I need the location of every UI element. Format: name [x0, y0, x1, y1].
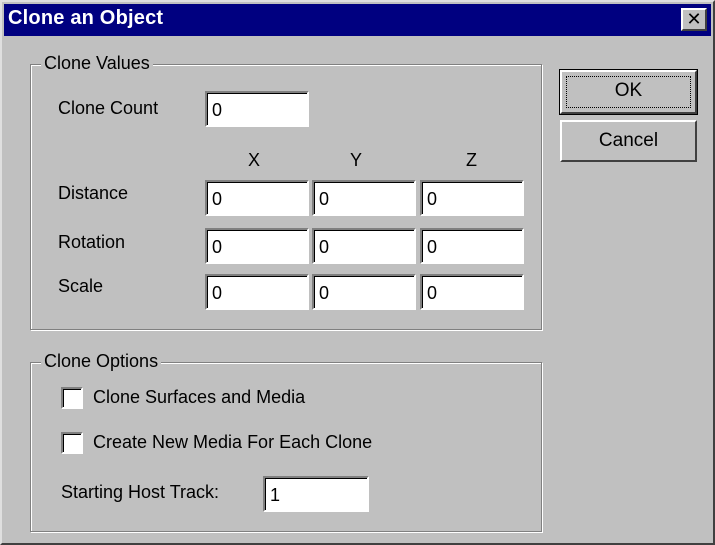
rotation-y-field[interactable]: 0 [312, 228, 416, 264]
starting-host-track-label: Starting Host Track: [61, 482, 220, 502]
axis-y-label: Y [350, 150, 363, 170]
ok-button-label: OK [614, 80, 643, 101]
close-button[interactable]: ✕ [681, 8, 707, 31]
distance-label: Distance [58, 183, 129, 203]
clone-count-field[interactable]: 0 [205, 91, 309, 127]
clone-surfaces-checkbox[interactable] [61, 387, 83, 409]
cancel-button[interactable]: Cancel [560, 120, 697, 162]
create-new-media-label[interactable]: Create New Media For Each Clone [93, 431, 372, 453]
ok-button[interactable]: OK [559, 69, 698, 115]
distance-x-field[interactable]: 0 [205, 180, 309, 216]
rotation-label: Rotation [58, 232, 126, 252]
clone-count-label: Clone Count [58, 98, 159, 118]
distance-y-field[interactable]: 0 [312, 180, 416, 216]
clone-options-label: Clone Options [41, 350, 162, 372]
axis-z-label: Z [466, 150, 477, 170]
rotation-x-field[interactable]: 0 [205, 228, 309, 264]
clone-object-dialog: Clone an Object ✕ Clone Values Clone Cou… [0, 0, 715, 545]
close-icon: ✕ [686, 9, 702, 29]
starting-host-track-field[interactable]: 1 [263, 476, 369, 512]
scale-x-field[interactable]: 0 [205, 274, 309, 310]
scale-label: Scale [58, 276, 104, 296]
rotation-z-field[interactable]: 0 [420, 228, 524, 264]
window-title: Clone an Object [8, 7, 164, 29]
clone-surfaces-label[interactable]: Clone Surfaces and Media [93, 386, 305, 408]
create-new-media-checkbox[interactable] [61, 432, 83, 454]
scale-y-field[interactable]: 0 [312, 274, 416, 310]
axis-x-label: X [248, 150, 261, 170]
clone-values-label: Clone Values [41, 52, 153, 74]
distance-z-field[interactable]: 0 [420, 180, 524, 216]
title-bar[interactable]: Clone an Object ✕ [4, 4, 711, 36]
scale-z-field[interactable]: 0 [420, 274, 524, 310]
cancel-button-label: Cancel [598, 130, 659, 151]
